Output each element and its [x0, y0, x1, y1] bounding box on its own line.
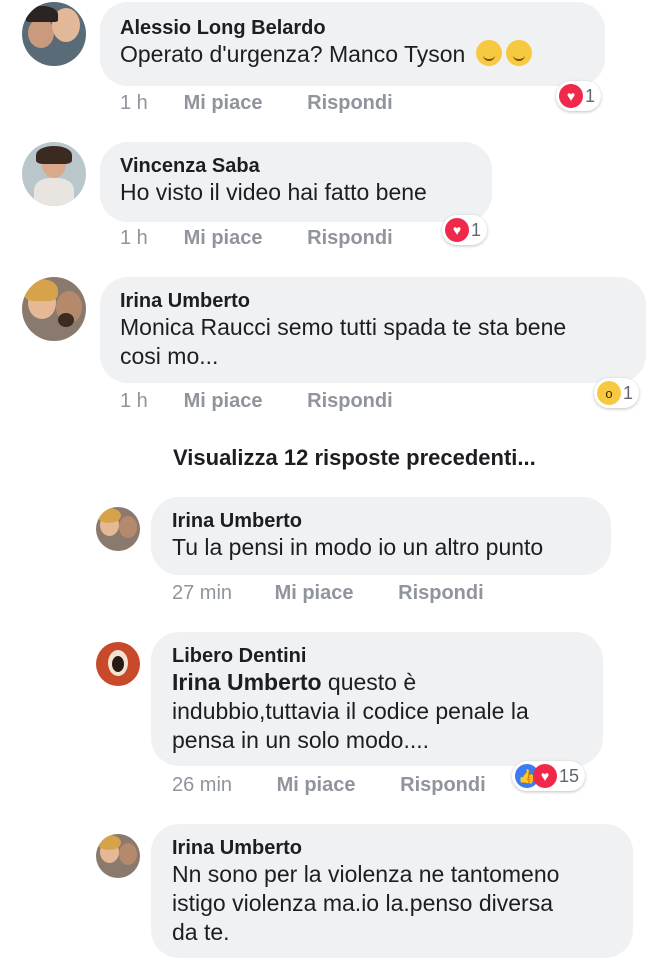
like-button[interactable]: Mi piace	[275, 582, 393, 605]
reply-button[interactable]: Rispondi	[398, 582, 484, 605]
comment-time[interactable]: 27 min	[172, 582, 269, 605]
comment-time[interactable]: 26 min	[172, 774, 271, 797]
comment-text: Nn sono per la violenza ne tantomeno ist…	[172, 861, 560, 945]
avatar[interactable]	[22, 142, 86, 206]
reaction-summary[interactable]: ♥ 1	[556, 81, 602, 111]
reply-button[interactable]: Rispondi	[307, 227, 393, 250]
comment-time[interactable]: 1 h	[120, 227, 178, 250]
avatar[interactable]	[96, 507, 140, 551]
comment-time[interactable]: 1 h	[120, 390, 178, 413]
heart-icon: ♥	[559, 84, 583, 108]
avatar[interactable]	[22, 2, 86, 66]
comment-meta: 27 min Mi piace Rispondi	[172, 582, 484, 605]
comment-bubble: Libero Dentini Irina Umberto questo è in…	[151, 632, 603, 766]
relieved-face-emoji-icon	[505, 40, 532, 66]
comment-bubble: Vincenza Saba Ho visto il video hai fatt…	[100, 142, 492, 222]
comment-text: Monica Raucci semo tutti spada te sta be…	[120, 314, 567, 369]
wow-icon: o	[597, 381, 621, 405]
reaction-count: 1	[471, 219, 482, 240]
comment-author[interactable]: Vincenza Saba	[120, 154, 472, 178]
reaction-count: 1	[623, 382, 634, 403]
comment-meta: 1 h Mi piace Rispondi	[120, 92, 393, 115]
comment-meta: 1 h Mi piace Rispondi	[120, 227, 393, 250]
like-button[interactable]: Mi piace	[184, 390, 302, 413]
like-button[interactable]: Mi piace	[277, 774, 395, 797]
avatar[interactable]	[22, 277, 86, 341]
reaction-count: 1	[585, 85, 596, 106]
reply-button[interactable]: Rispondi	[400, 774, 486, 797]
avatar[interactable]	[96, 642, 140, 686]
reaction-count: 15	[559, 765, 580, 786]
reply-button[interactable]: Rispondi	[307, 92, 393, 115]
comment-author[interactable]: Alessio Long Belardo	[120, 16, 585, 40]
comment-author[interactable]: Libero Dentini	[172, 644, 582, 668]
comment-time[interactable]: 1 h	[120, 92, 178, 115]
heart-icon: ♥	[533, 764, 557, 788]
heart-icon: ♥	[445, 218, 469, 242]
comment-text: Operato d'urgenza? Manco Tyson	[120, 41, 466, 67]
comment-author[interactable]: Irina Umberto	[120, 289, 626, 313]
reaction-summary[interactable]: o 1	[594, 378, 640, 408]
reaction-summary[interactable]: 👍 ♥ 15	[512, 761, 586, 791]
comment-author[interactable]: Irina Umberto	[172, 836, 612, 860]
mention-link[interactable]: Irina Umberto	[172, 669, 322, 695]
like-button[interactable]: Mi piace	[184, 92, 302, 115]
comment-bubble: Irina Umberto Nn sono per la violenza ne…	[151, 824, 633, 958]
view-previous-replies-link[interactable]: Visualizza 12 risposte precedenti...	[173, 445, 536, 471]
avatar[interactable]	[96, 834, 140, 878]
comment-meta: 26 min Mi piace Rispondi	[172, 774, 486, 797]
comment-text: Ho visto il video hai fatto bene	[120, 179, 427, 205]
relieved-face-emoji-icon	[475, 40, 502, 66]
comment-author[interactable]: Irina Umberto	[172, 509, 590, 533]
comment-text: Tu la pensi in modo io un altro punto	[172, 534, 544, 560]
reply-button[interactable]: Rispondi	[307, 390, 393, 413]
reaction-summary[interactable]: ♥ 1	[442, 215, 488, 245]
comment-bubble: Irina Umberto Monica Raucci semo tutti s…	[100, 277, 646, 383]
comment-bubble: Alessio Long Belardo Operato d'urgenza? …	[100, 2, 605, 86]
comment-bubble: Irina Umberto Tu la pensi in modo io un …	[151, 497, 611, 575]
like-button[interactable]: Mi piace	[184, 227, 302, 250]
comment-meta: 1 h Mi piace Rispondi	[120, 390, 393, 413]
